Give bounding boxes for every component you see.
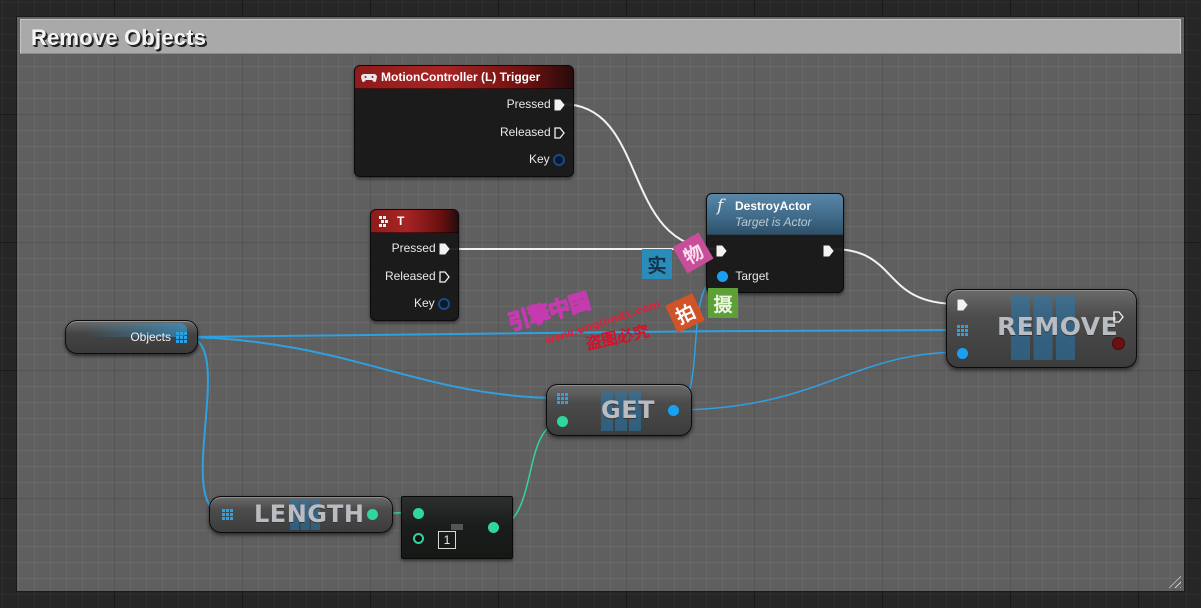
node-title: MotionController (L) Trigger — [381, 70, 541, 84]
item-pin-icon[interactable] — [957, 348, 968, 359]
int-value-input[interactable]: 1 — [438, 531, 456, 549]
exec-pin-icon — [554, 127, 565, 139]
node-title: T — [397, 214, 405, 228]
node-label: REMOVE — [997, 312, 1119, 341]
pin-released[interactable]: Released — [500, 125, 565, 141]
array-pin-icon[interactable] — [176, 332, 187, 343]
variable-label: Objects — [130, 330, 171, 344]
motion-controller-trigger-node[interactable]: MotionController (L) Trigger Pressed Rel… — [354, 65, 574, 177]
pin-key[interactable]: Key — [529, 152, 565, 168]
object-pin-icon — [717, 271, 728, 283]
pin-label: Key — [528, 152, 550, 166]
pin-target[interactable]: Target — [717, 269, 769, 285]
pin-label: Key — [413, 296, 435, 310]
pin-label: Released — [499, 125, 551, 139]
pin-pressed[interactable]: Pressed — [392, 241, 450, 257]
t-key-node[interactable]: T Pressed Released Key — [370, 209, 459, 321]
comment-title: Remove Objects — [31, 25, 207, 50]
objects-variable-node[interactable]: Objects — [65, 320, 198, 354]
exec-out-pin[interactable] — [1113, 311, 1124, 323]
operator-symbol — [451, 524, 463, 530]
array-pin-icon[interactable] — [222, 509, 233, 520]
node-title: DestroyActor — [735, 199, 812, 213]
node-header: f DestroyActor Target is Actor — [707, 194, 843, 235]
exec-pin-icon — [554, 99, 565, 111]
exec-pin-icon — [439, 243, 450, 255]
struct-pin-icon — [553, 153, 565, 166]
comment-header[interactable]: Remove Objects — [20, 19, 1181, 54]
pin-pressed[interactable]: Pressed — [507, 97, 565, 113]
int-out-pin-icon[interactable] — [367, 509, 378, 520]
struct-pin-icon — [438, 297, 450, 310]
pin-label: Target — [735, 269, 769, 283]
int-in-pin-b[interactable] — [413, 533, 424, 544]
bool-out-pin-icon[interactable] — [1113, 338, 1124, 349]
array-pin-icon[interactable] — [957, 325, 968, 336]
function-icon: f — [717, 196, 724, 216]
pin-label: Pressed — [506, 97, 551, 111]
node-label: LENGTH — [254, 500, 365, 528]
exec-pin-icon — [823, 245, 834, 257]
node-subtitle: Target is Actor — [735, 215, 812, 229]
keyboard-icon — [379, 216, 388, 227]
node-header: T — [371, 210, 458, 233]
exec-out-pin[interactable] — [823, 243, 834, 259]
pin-label: Pressed — [391, 241, 436, 255]
watermark-tile-1: 实 — [642, 249, 672, 279]
exec-in-pin[interactable] — [957, 299, 968, 311]
subtract-node[interactable]: 1 — [401, 496, 513, 559]
comment-resize-handle[interactable] — [1167, 574, 1181, 588]
int-out-pin[interactable] — [488, 522, 499, 533]
pin-label: Released — [384, 269, 436, 283]
exec-pin-icon — [716, 245, 727, 257]
destroy-actor-node[interactable]: f DestroyActor Target is Actor Target — [706, 193, 844, 293]
index-pin-icon[interactable] — [557, 416, 568, 427]
length-node[interactable]: LENGTH — [209, 496, 393, 533]
exec-pin-icon — [439, 271, 450, 283]
node-header: MotionController (L) Trigger — [355, 66, 573, 89]
watermark-tile-4: 摄 — [708, 288, 738, 318]
node-label: GET — [601, 396, 655, 424]
get-node[interactable]: GET — [546, 384, 692, 436]
exec-in-pin[interactable] — [716, 243, 727, 259]
item-out-pin-icon[interactable] — [668, 405, 679, 416]
pin-key[interactable]: Key — [414, 296, 450, 312]
array-pin-icon[interactable] — [557, 393, 568, 404]
int-in-pin-a[interactable] — [413, 508, 424, 519]
pin-released[interactable]: Released — [385, 269, 450, 285]
remove-node[interactable]: REMOVE — [946, 289, 1137, 368]
gamepad-icon — [361, 74, 377, 82]
